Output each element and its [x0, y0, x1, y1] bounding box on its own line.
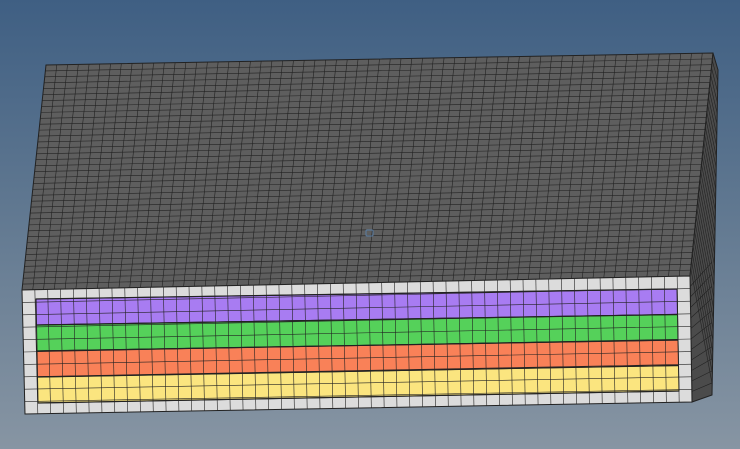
top-face-mesh	[21, 52, 714, 291]
graphics-viewport[interactable]	[0, 0, 740, 449]
front-face-layered-mesh	[21, 275, 693, 415]
mesh-model-scene[interactable]	[0, 0, 740, 449]
